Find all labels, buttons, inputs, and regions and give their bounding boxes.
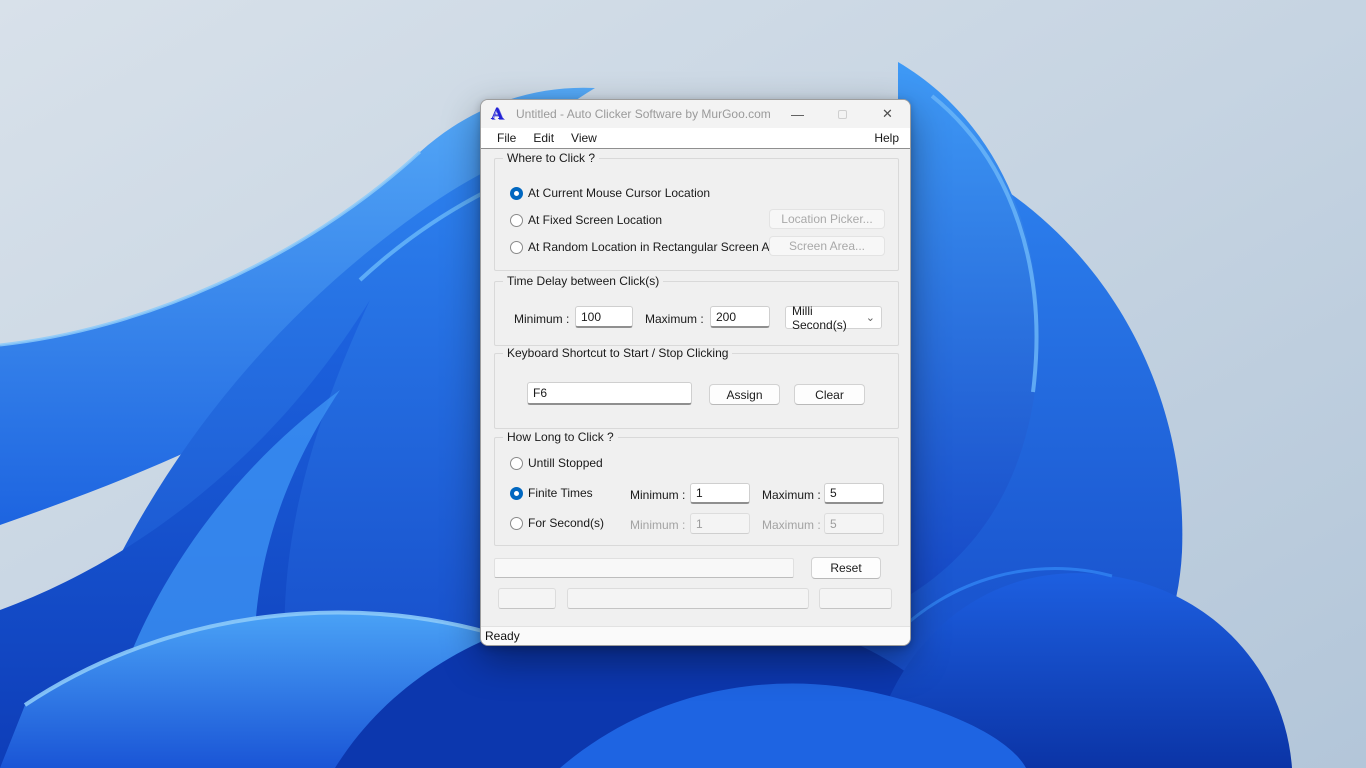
keyboard-shortcut-group: Keyboard Shortcut to Start / Stop Clicki… — [494, 353, 899, 429]
where-group-title: Where to Click ? — [503, 151, 599, 165]
hidden-button-right — [819, 588, 892, 609]
chevron-down-icon: ⌄ — [866, 313, 875, 323]
finite-maximum-input[interactable] — [824, 483, 884, 504]
menu-file[interactable]: File — [489, 131, 524, 145]
seconds-minimum-input — [690, 513, 750, 534]
progress-field — [494, 558, 794, 578]
delay-maximum-label: Maximum : — [645, 312, 704, 326]
radio-unselected-icon — [510, 214, 523, 227]
desktop: A Untitled - Auto Clicker Software by Mu… — [0, 0, 1366, 768]
radio-finite-times[interactable]: Finite Times — [510, 485, 593, 501]
radio-label: At Random Location in Rectangular Screen… — [528, 240, 787, 254]
location-picker-button: Location Picker... — [769, 209, 885, 229]
close-button[interactable]: ✕ — [865, 100, 910, 128]
app-icon: A — [491, 106, 507, 122]
menu-help[interactable]: Help — [872, 131, 901, 145]
radio-random-location[interactable]: At Random Location in Rectangular Screen… — [510, 239, 787, 255]
radio-label: For Second(s) — [528, 516, 604, 530]
seconds-maximum-label: Maximum : — [762, 518, 821, 532]
menu-edit[interactable]: Edit — [525, 131, 562, 145]
seconds-maximum-input — [824, 513, 884, 534]
delay-group-title: Time Delay between Click(s) — [503, 274, 663, 288]
shortcut-key-input[interactable] — [527, 382, 692, 405]
delay-maximum-input[interactable] — [710, 306, 770, 328]
radio-selected-icon — [510, 487, 523, 500]
where-to-click-group: Where to Click ? At Current Mouse Cursor… — [494, 158, 899, 271]
time-delay-group: Time Delay between Click(s) Minimum : Ma… — [494, 281, 899, 346]
radio-unselected-icon — [510, 517, 523, 530]
window-title: Untitled - Auto Clicker Software by MurG… — [516, 107, 771, 121]
auto-clicker-window: A Untitled - Auto Clicker Software by Mu… — [480, 99, 911, 646]
radio-unselected-icon — [510, 241, 523, 254]
clear-button[interactable]: Clear — [794, 384, 865, 405]
radio-selected-icon — [510, 187, 523, 200]
maximize-button — [820, 100, 865, 128]
hidden-button-left — [498, 588, 556, 609]
delay-minimum-input[interactable] — [575, 306, 633, 328]
radio-label: At Current Mouse Cursor Location — [528, 186, 710, 200]
titlebar[interactable]: A Untitled - Auto Clicker Software by Mu… — [481, 100, 910, 128]
radio-for-seconds[interactable]: For Second(s) — [510, 515, 604, 531]
finite-minimum-input[interactable] — [690, 483, 750, 504]
seconds-minimum-label: Minimum : — [630, 518, 685, 532]
maximize-icon — [838, 110, 847, 119]
assign-button[interactable]: Assign — [709, 384, 780, 405]
status-text: Ready — [485, 629, 520, 643]
radio-until-stopped[interactable]: Untill Stopped — [510, 455, 603, 471]
radio-fixed-screen-location[interactable]: At Fixed Screen Location — [510, 212, 662, 228]
screen-area-button: Screen Area... — [769, 236, 885, 256]
radio-label: Untill Stopped — [528, 456, 603, 470]
time-unit-dropdown[interactable]: Milli Second(s) ⌄ — [785, 306, 882, 329]
duration-group-title: How Long to Click ? — [503, 430, 618, 444]
radio-unselected-icon — [510, 457, 523, 470]
menubar: File Edit View Help — [481, 128, 910, 149]
statusbar: Ready — [481, 626, 910, 645]
delay-minimum-label: Minimum : — [514, 312, 569, 326]
minimize-button[interactable]: — — [775, 100, 820, 128]
time-unit-value: Milli Second(s) — [792, 304, 866, 332]
menu-view[interactable]: View — [563, 131, 605, 145]
radio-label: Finite Times — [528, 486, 593, 500]
radio-label: At Fixed Screen Location — [528, 213, 662, 227]
reset-button[interactable]: Reset — [811, 557, 881, 579]
window-controls: — ✕ — [775, 100, 910, 128]
finite-minimum-label: Minimum : — [630, 488, 685, 502]
shortcut-group-title: Keyboard Shortcut to Start / Stop Clicki… — [503, 346, 732, 360]
hidden-field-center — [567, 588, 809, 609]
radio-current-mouse-location[interactable]: At Current Mouse Cursor Location — [510, 185, 710, 201]
how-long-group: How Long to Click ? Untill Stopped Finit… — [494, 437, 899, 546]
finite-maximum-label: Maximum : — [762, 488, 821, 502]
